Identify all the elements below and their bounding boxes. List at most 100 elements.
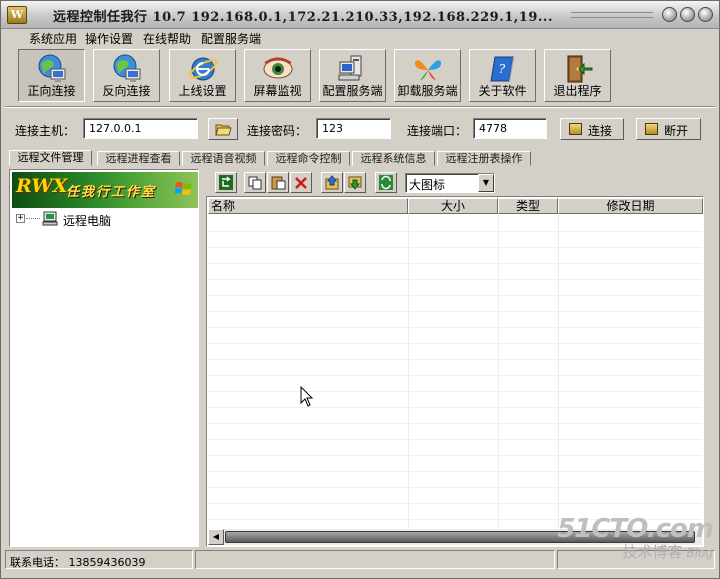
banner-logo: RWX [16,175,68,197]
tab-remote-command[interactable]: 远程命令控制 [267,151,350,166]
row-line [208,423,702,424]
connect-button[interactable]: 连接 [560,118,624,140]
tab-remote-registry[interactable]: 远程注册表操作 [437,151,531,166]
tab-remote-av[interactable]: 远程语音视频 [182,151,265,166]
windows-flag-icon [175,182,192,195]
configure-server-button[interactable]: 配置服务端 [319,49,386,102]
view-mode-select[interactable]: 大图标 ▼ [405,173,495,193]
main-toolbar: 正向连接 反向连接 上线设置 屏幕监视 配置服务端 卸载服务端 ? 关于软件 退… [9,49,711,104]
uninstall-server-button[interactable]: 卸载服务端 [394,49,461,102]
online-settings-label: 上线设置 [178,84,227,98]
tab-remote-processes[interactable]: 远程进程查看 [97,151,180,166]
grid-line [408,215,409,528]
eye-icon [263,57,293,79]
scroll-left-icon[interactable]: ◀ [208,529,224,545]
view-mode-value: 大图标 [409,178,446,192]
sync-button[interactable] [375,172,397,193]
uninstall-server-label: 卸载服务端 [397,84,458,98]
column-size[interactable]: 大小 [408,198,498,214]
row-line [208,295,702,296]
paste-icon [271,176,286,190]
menu-operation-settings[interactable]: 操作设置 [85,30,133,47]
window-title: 远程控制任我行 10.7 192.168.0.1,172.21.210.33,1… [53,10,553,25]
grid-line [498,215,499,528]
port-input[interactable]: 4778 [473,118,547,139]
file-list[interactable]: 名称 大小 类型 修改日期 ◀ [206,196,704,547]
copy-icon [248,176,262,190]
msn-butterfly-icon [414,60,442,81]
column-name[interactable]: 名称 [208,198,408,214]
download-icon [348,176,362,190]
file-toolbar: 大图标 ▼ [208,172,508,194]
delete-button[interactable] [290,172,312,193]
row-line [208,487,702,488]
screen-monitor-label: 屏幕监视 [253,84,302,98]
contact-phone: 联系电话： 13859436039 [5,550,193,569]
refresh-icon [219,175,233,190]
forward-connect-button[interactable]: 正向连接 [18,49,85,102]
refresh-button[interactable] [215,172,237,193]
grid-line [558,215,559,528]
upload-button[interactable] [321,172,343,193]
password-input[interactable]: 123 [316,118,391,139]
menu-online-help[interactable]: 在线帮助 [143,30,191,47]
browse-host-button[interactable] [208,118,238,140]
row-line [208,327,702,328]
disconnect-button[interactable]: 断开 [636,118,701,140]
download-button[interactable] [344,172,366,193]
reverse-connect-button[interactable]: 反向连接 [93,49,160,102]
play-icon [569,123,582,135]
tab-remote-sysinfo[interactable]: 远程系统信息 [352,151,435,166]
configure-server-label: 配置服务端 [322,84,383,98]
column-type[interactable]: 类型 [498,198,558,214]
delete-icon [295,177,307,189]
expand-icon[interactable]: + [16,214,25,223]
sync-icon [379,175,393,190]
screen-monitor-button[interactable]: 屏幕监视 [244,49,311,102]
host-label: 连接主机： [15,124,76,138]
paste-button[interactable] [267,172,289,193]
minimize-button[interactable] [662,7,677,22]
online-settings-button[interactable]: 上线设置 [169,49,236,102]
menu-system[interactable]: 系统应用 [29,30,77,47]
ie-globe-icon [188,57,218,81]
row-line [208,439,702,440]
row-line [208,375,702,376]
exit-label: 退出程序 [553,84,602,98]
password-label: 连接密码： [247,124,308,138]
tab-strip: 远程文件管理 远程进程查看 远程语音视频 远程命令控制 远程系统信息 远程注册表… [9,150,709,166]
menu-bar: 系统应用 操作设置 在线帮助 配置服务端 [1,29,719,47]
computer-config-icon [338,55,362,81]
tree-connector [26,218,40,219]
disconnect-label: 断开 [664,124,689,138]
computer-icon [42,211,58,226]
watermark: 51CTO.com 技术博客 Blog [557,514,714,562]
tab-remote-files[interactable]: 远程文件管理 [9,150,92,166]
main-window: W 远程控制任我行 10.7 192.168.0.1,172.21.210.33… [0,0,720,579]
about-button[interactable]: ? 关于软件 [469,49,536,102]
banner-title: 任我行工作室 [66,185,157,200]
host-input[interactable]: 127.0.0.1 [83,118,198,139]
copy-button[interactable] [244,172,266,193]
connect-label: 连接 [588,124,613,138]
row-line [208,279,702,280]
watermark-caption: 技术博客 Blog [557,543,713,562]
globe-computer-icon [113,54,141,82]
mouse-pointer-icon [300,386,314,407]
exit-door-icon [567,55,593,83]
title-grip [571,12,653,18]
title-bar[interactable]: W 远程控制任我行 10.7 192.168.0.1,172.21.210.33… [1,1,719,29]
row-line [208,247,702,248]
chevron-down-icon[interactable]: ▼ [478,174,494,192]
exit-button[interactable]: 退出程序 [544,49,611,102]
maximize-button[interactable] [680,7,695,22]
column-modified[interactable]: 修改日期 [558,198,703,214]
book-help-icon: ? [490,56,514,82]
watermark-blog-cn: 技术博客 [622,543,683,561]
port-label: 连接端口： [407,124,468,138]
menu-configure-server[interactable]: 配置服务端 [201,30,261,47]
open-folder-icon [215,124,232,136]
close-button[interactable] [698,7,713,22]
watermark-site: 51CTO.com [557,514,714,544]
studio-banner: RWX 任我行工作室 [12,172,198,208]
